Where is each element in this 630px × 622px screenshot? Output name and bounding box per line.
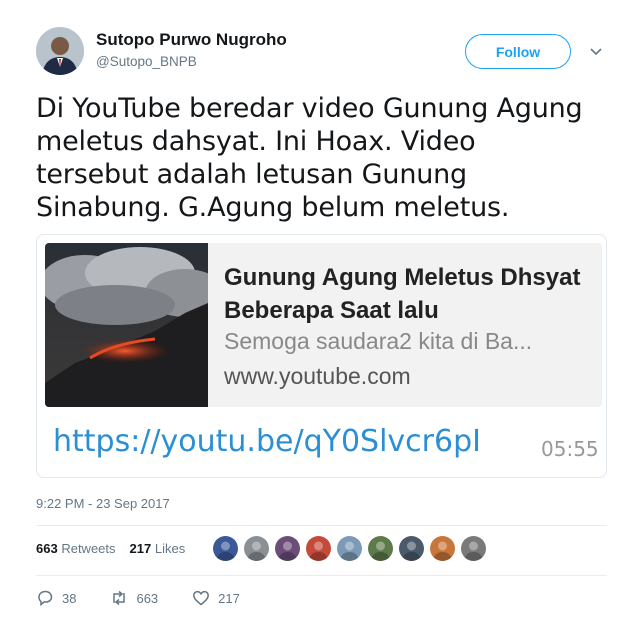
likes-stat[interactable]: 217 Likes: [130, 541, 186, 556]
retweet-icon: [113, 590, 126, 606]
heart-icon: [193, 590, 210, 606]
video-thumbnail[interactable]: [45, 243, 208, 407]
liker-avatar[interactable]: [430, 536, 455, 561]
divider: [36, 525, 607, 526]
embedded-screenshot-card[interactable]: Gunung Agung Meletus Dhsyat Beberapa Saa…: [36, 234, 607, 478]
like-action[interactable]: 217: [192, 589, 240, 607]
follow-button[interactable]: Follow: [465, 34, 571, 69]
link-preview-title[interactable]: Gunung Agung Meletus Dhsyat Beberapa Saa…: [224, 261, 594, 327]
retweet-action[interactable]: 663: [110, 589, 158, 607]
link-preview-domain: www.youtube.com: [224, 363, 411, 389]
liker-avatar[interactable]: [275, 536, 300, 561]
link-preview[interactable]: Gunung Agung Meletus Dhsyat Beberapa Saa…: [45, 243, 602, 407]
divider: [36, 575, 607, 576]
retweets-label: Retweets: [61, 541, 116, 556]
likes-count: 217: [129, 541, 152, 556]
tweet: Sutopo Purwo Nugroho @Sutopo_BNPB Follow…: [0, 0, 630, 622]
like-count: 217: [218, 590, 240, 606]
tweet-text: Di YouTube beredar video Gunung Agung me…: [36, 93, 583, 223]
tweet-timestamp[interactable]: 9:22 PM - 23 Sep 2017: [36, 496, 170, 511]
retweets-count: 663: [36, 541, 58, 556]
likes-label: Likes: [154, 541, 186, 556]
reply-icon: [38, 590, 53, 607]
liker-avatars: [213, 536, 486, 561]
liker-avatar[interactable]: [368, 536, 393, 561]
liker-avatar[interactable]: [461, 536, 486, 561]
link-preview-description: Semoga saudara2 kita di Ba...: [224, 328, 533, 354]
reply-count: 38: [62, 590, 77, 606]
youtube-link[interactable]: https://youtu.be/qY0Slvcr6pI: [53, 424, 481, 459]
message-time: 05:55: [541, 437, 599, 461]
tweet-actions: 38 663 217: [36, 589, 274, 607]
liker-avatar[interactable]: [306, 536, 331, 561]
author-name[interactable]: Sutopo Purwo Nugroho: [96, 30, 287, 50]
chevron-down-icon[interactable]: [589, 44, 603, 58]
reply-action[interactable]: 38: [36, 589, 76, 607]
liker-avatar[interactable]: [244, 536, 269, 561]
author-handle[interactable]: @Sutopo_BNPB: [96, 54, 197, 69]
liker-avatar[interactable]: [337, 536, 362, 561]
retweet-count: 663: [136, 590, 159, 606]
liker-avatar[interactable]: [399, 536, 424, 561]
retweets-stat[interactable]: 663 Retweets: [36, 541, 116, 556]
liker-avatar[interactable]: [213, 536, 238, 561]
tweet-stats: 663 Retweets 217 Likes: [36, 541, 185, 556]
author-avatar[interactable]: [36, 27, 84, 75]
